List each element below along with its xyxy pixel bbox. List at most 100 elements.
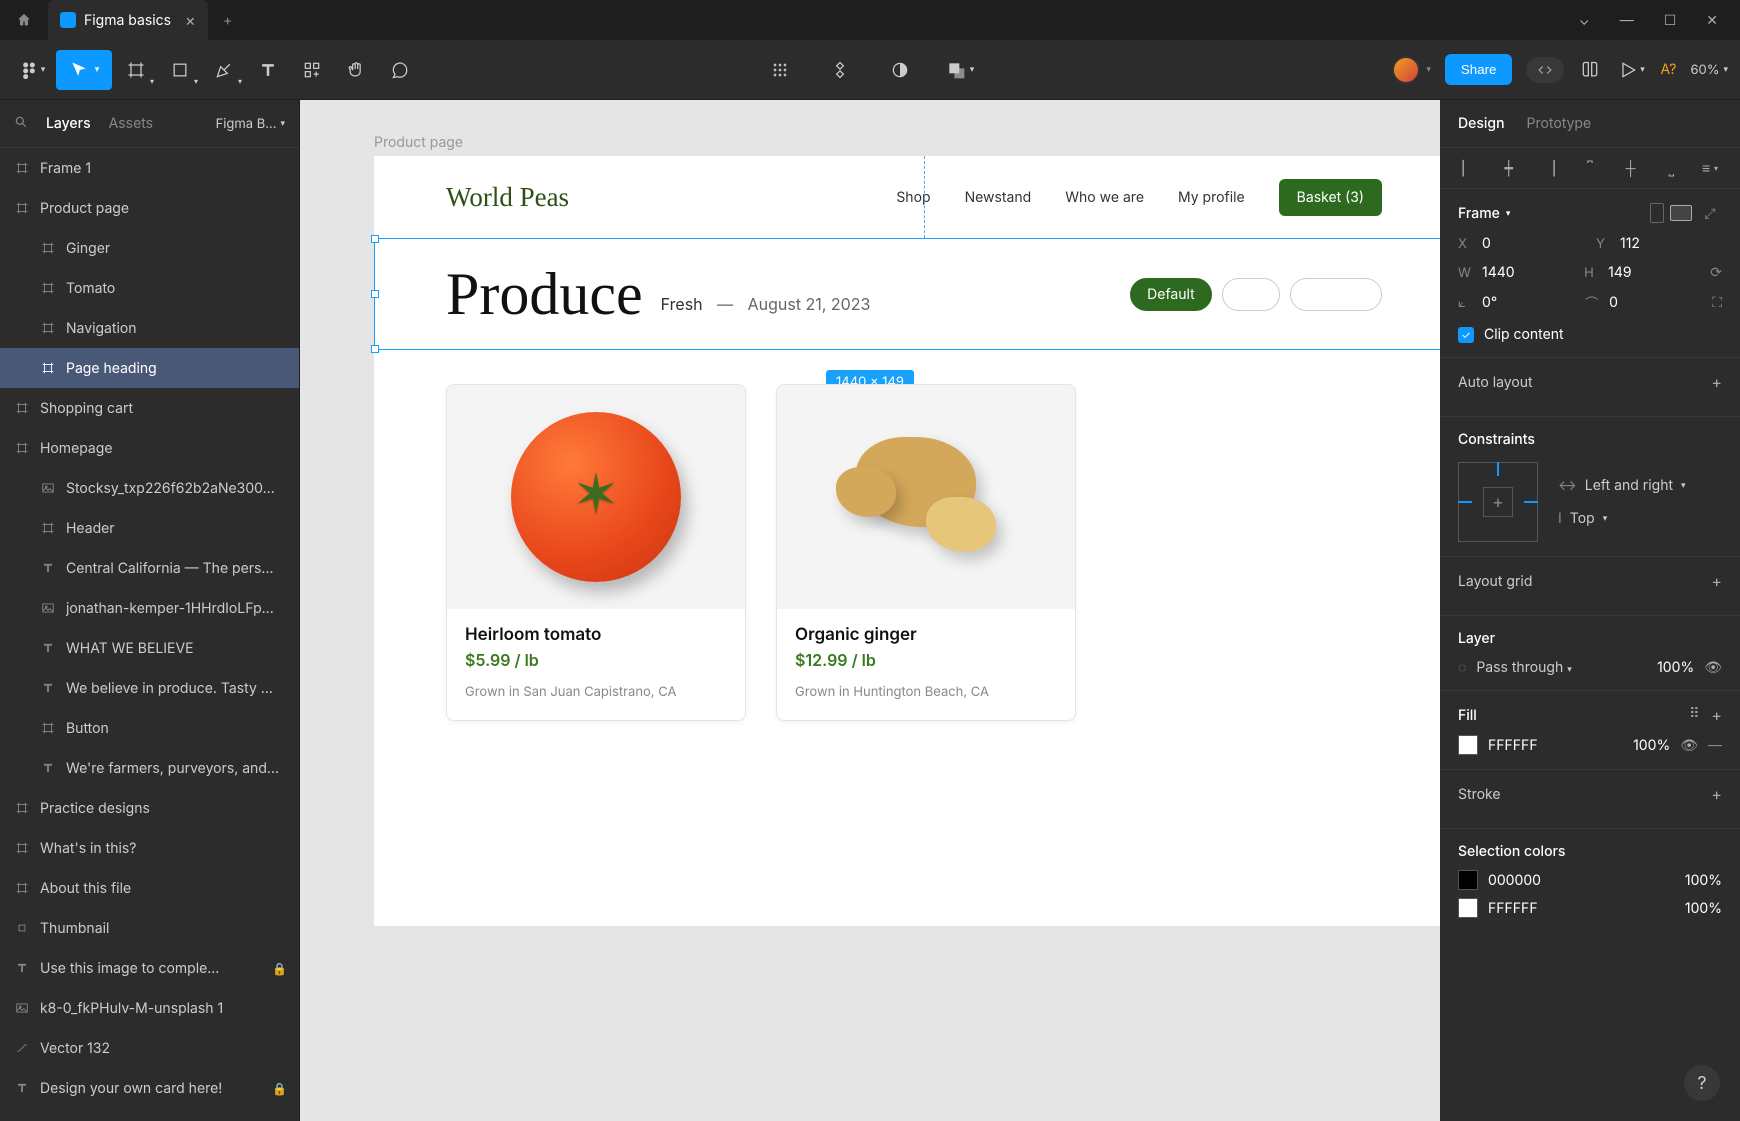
close-tab-icon[interactable]: × (185, 10, 196, 30)
layer-item[interactable]: Frame 1 (0, 148, 299, 188)
layer-item[interactable]: Use this image to comple...🔒 (0, 948, 299, 988)
layer-item[interactable]: Practice designs (0, 788, 299, 828)
fill-opacity[interactable]: 100% (1633, 737, 1670, 754)
main-menu-button[interactable]: ▾ (12, 50, 52, 90)
layer-item[interactable]: What's in this? (0, 828, 299, 868)
fill-visibility-icon[interactable]: 👁 (1680, 737, 1698, 754)
align-left-icon[interactable]: ▏ (1458, 158, 1478, 178)
zoom-menu[interactable]: 60%▾ (1690, 62, 1728, 78)
layer-item[interactable]: About this file (0, 868, 299, 908)
layer-item[interactable]: Page heading (0, 348, 299, 388)
layer-item[interactable]: k8-0_fkPHulv-M-unsplash 1 (0, 988, 299, 1028)
blend-mode[interactable]: Pass through ▾ (1476, 659, 1647, 676)
remove-fill-button[interactable]: — (1708, 737, 1722, 754)
layer-item[interactable]: Thumbnail (0, 908, 299, 948)
search-icon[interactable] (14, 115, 28, 133)
tab-layers[interactable]: Layers (46, 115, 91, 132)
missing-fonts-icon[interactable]: A? (1660, 61, 1676, 78)
tab-assets[interactable]: Assets (109, 115, 153, 132)
align-vcenter-icon[interactable]: ┼ (1621, 158, 1641, 178)
minimize-icon[interactable]: — (1620, 12, 1634, 29)
tab-design[interactable]: Design (1458, 115, 1505, 132)
fill-swatch[interactable] (1458, 735, 1478, 755)
pen-tool[interactable]: ▾ (204, 50, 244, 90)
layer-item[interactable]: Product page (0, 188, 299, 228)
layer-item[interactable]: Homepage (0, 428, 299, 468)
tab-prototype[interactable]: Prototype (1527, 115, 1592, 132)
resources-tool[interactable] (292, 50, 332, 90)
align-right-icon[interactable]: ▕ (1539, 158, 1559, 178)
fill-style-icon[interactable]: ⠿ (1689, 705, 1699, 725)
hand-tool[interactable] (336, 50, 376, 90)
layer-item[interactable]: Central California — The pers... (0, 548, 299, 588)
constraint-widget[interactable]: + (1458, 462, 1538, 542)
link-wh-icon[interactable]: ⟳ (1710, 264, 1722, 281)
layer-item[interactable]: Header (0, 508, 299, 548)
mask-icon[interactable] (880, 50, 920, 90)
frame-label[interactable]: Product page (374, 134, 463, 151)
layer-item[interactable]: We believe in produce. Tasty ... (0, 668, 299, 708)
align-top-icon[interactable]: ⎴ (1580, 158, 1600, 178)
present-icon[interactable]: ▾ (1616, 50, 1646, 90)
lock-icon[interactable]: 🔒 (272, 961, 287, 976)
home-button[interactable] (0, 0, 48, 40)
avatar-chevron-icon[interactable]: ▾ (1426, 64, 1431, 75)
layer-item[interactable]: Design your own card here!🔒 (0, 1068, 299, 1108)
layer-item[interactable]: Button (0, 708, 299, 748)
boolean-icon[interactable]: ▾ (940, 50, 980, 90)
portrait-icon[interactable] (1650, 203, 1664, 223)
layer-item[interactable]: Shopping cart (0, 388, 299, 428)
layer-item[interactable]: Vector 132 (0, 1028, 299, 1068)
lock-icon[interactable]: 🔒 (272, 1081, 287, 1096)
maximize-icon[interactable]: ☐ (1664, 12, 1677, 29)
radius-value[interactable]: 0 (1609, 294, 1618, 311)
layer-item[interactable]: jonathan-kemper-1HHrdIoLFp... (0, 588, 299, 628)
layer-item[interactable]: WHAT WE BELIEVE (0, 628, 299, 668)
x-value[interactable]: 0 (1482, 235, 1491, 252)
layer-item[interactable]: Ginger (0, 228, 299, 268)
layer-item[interactable]: Tomato (0, 268, 299, 308)
layer-item[interactable]: Navigation (0, 308, 299, 348)
help-button[interactable]: ? (1684, 1065, 1720, 1101)
clip-content-checkbox[interactable]: ✓ (1458, 327, 1474, 343)
shape-tool[interactable]: ▾ (160, 50, 200, 90)
library-icon[interactable] (1578, 50, 1602, 90)
add-stroke-button[interactable]: + (1711, 784, 1722, 804)
h-value[interactable]: 149 (1608, 264, 1631, 281)
w-value[interactable]: 1440 (1482, 264, 1515, 281)
y-value[interactable]: 112 (1620, 235, 1640, 252)
selcolor-swatch-1[interactable] (1458, 898, 1478, 918)
fill-hex[interactable]: FFFFFF (1488, 737, 1623, 754)
comment-tool[interactable] (380, 50, 420, 90)
align-bottom-icon[interactable]: ⎵ (1661, 158, 1681, 178)
constraint-vertical[interactable]: ITop▾ (1558, 510, 1686, 527)
move-tool[interactable]: ▾ (56, 50, 112, 90)
blend-icon[interactable]: ◌ (1458, 659, 1466, 676)
layer-item[interactable]: Stocksy_txp226f62b2aNe300... (0, 468, 299, 508)
tab-figma-basics[interactable]: Figma basics × (48, 0, 208, 40)
add-auto-layout-button[interactable]: + (1711, 372, 1722, 392)
close-window-icon[interactable]: ✕ (1706, 12, 1718, 29)
rotation-value[interactable]: 0° (1482, 294, 1497, 311)
frame-type[interactable]: Frame▾ (1458, 205, 1510, 222)
text-tool[interactable] (248, 50, 288, 90)
distribute-icon[interactable]: ≡▾ (1702, 158, 1722, 178)
selcolor-swatch-0[interactable] (1458, 870, 1478, 890)
visibility-icon[interactable]: 👁 (1704, 659, 1722, 676)
component-icon[interactable] (820, 50, 860, 90)
chevron-down-icon[interactable]: ⌄ (1579, 12, 1590, 29)
avatar[interactable] (1392, 56, 1420, 84)
canvas[interactable]: Product page World Peas Shop Newstand Wh… (300, 100, 1440, 1121)
resize-fit-icon[interactable]: ⤢ (1698, 204, 1722, 222)
independent-corners-icon[interactable]: ⛶ (1712, 294, 1722, 311)
add-fill-button[interactable]: + (1711, 705, 1722, 725)
frame-tool[interactable]: ▾ (116, 50, 156, 90)
landscape-icon[interactable] (1670, 205, 1692, 221)
align-hcenter-icon[interactable]: ┿ (1499, 158, 1519, 178)
layout-grid-icon[interactable] (760, 50, 800, 90)
page-selector[interactable]: Figma B...▾ (216, 116, 285, 132)
add-tab-button[interactable]: + (208, 12, 248, 29)
layer-opacity[interactable]: 100% (1657, 659, 1694, 676)
share-button[interactable]: Share (1445, 54, 1513, 85)
layer-item[interactable]: We're farmers, purveyors, and... (0, 748, 299, 788)
